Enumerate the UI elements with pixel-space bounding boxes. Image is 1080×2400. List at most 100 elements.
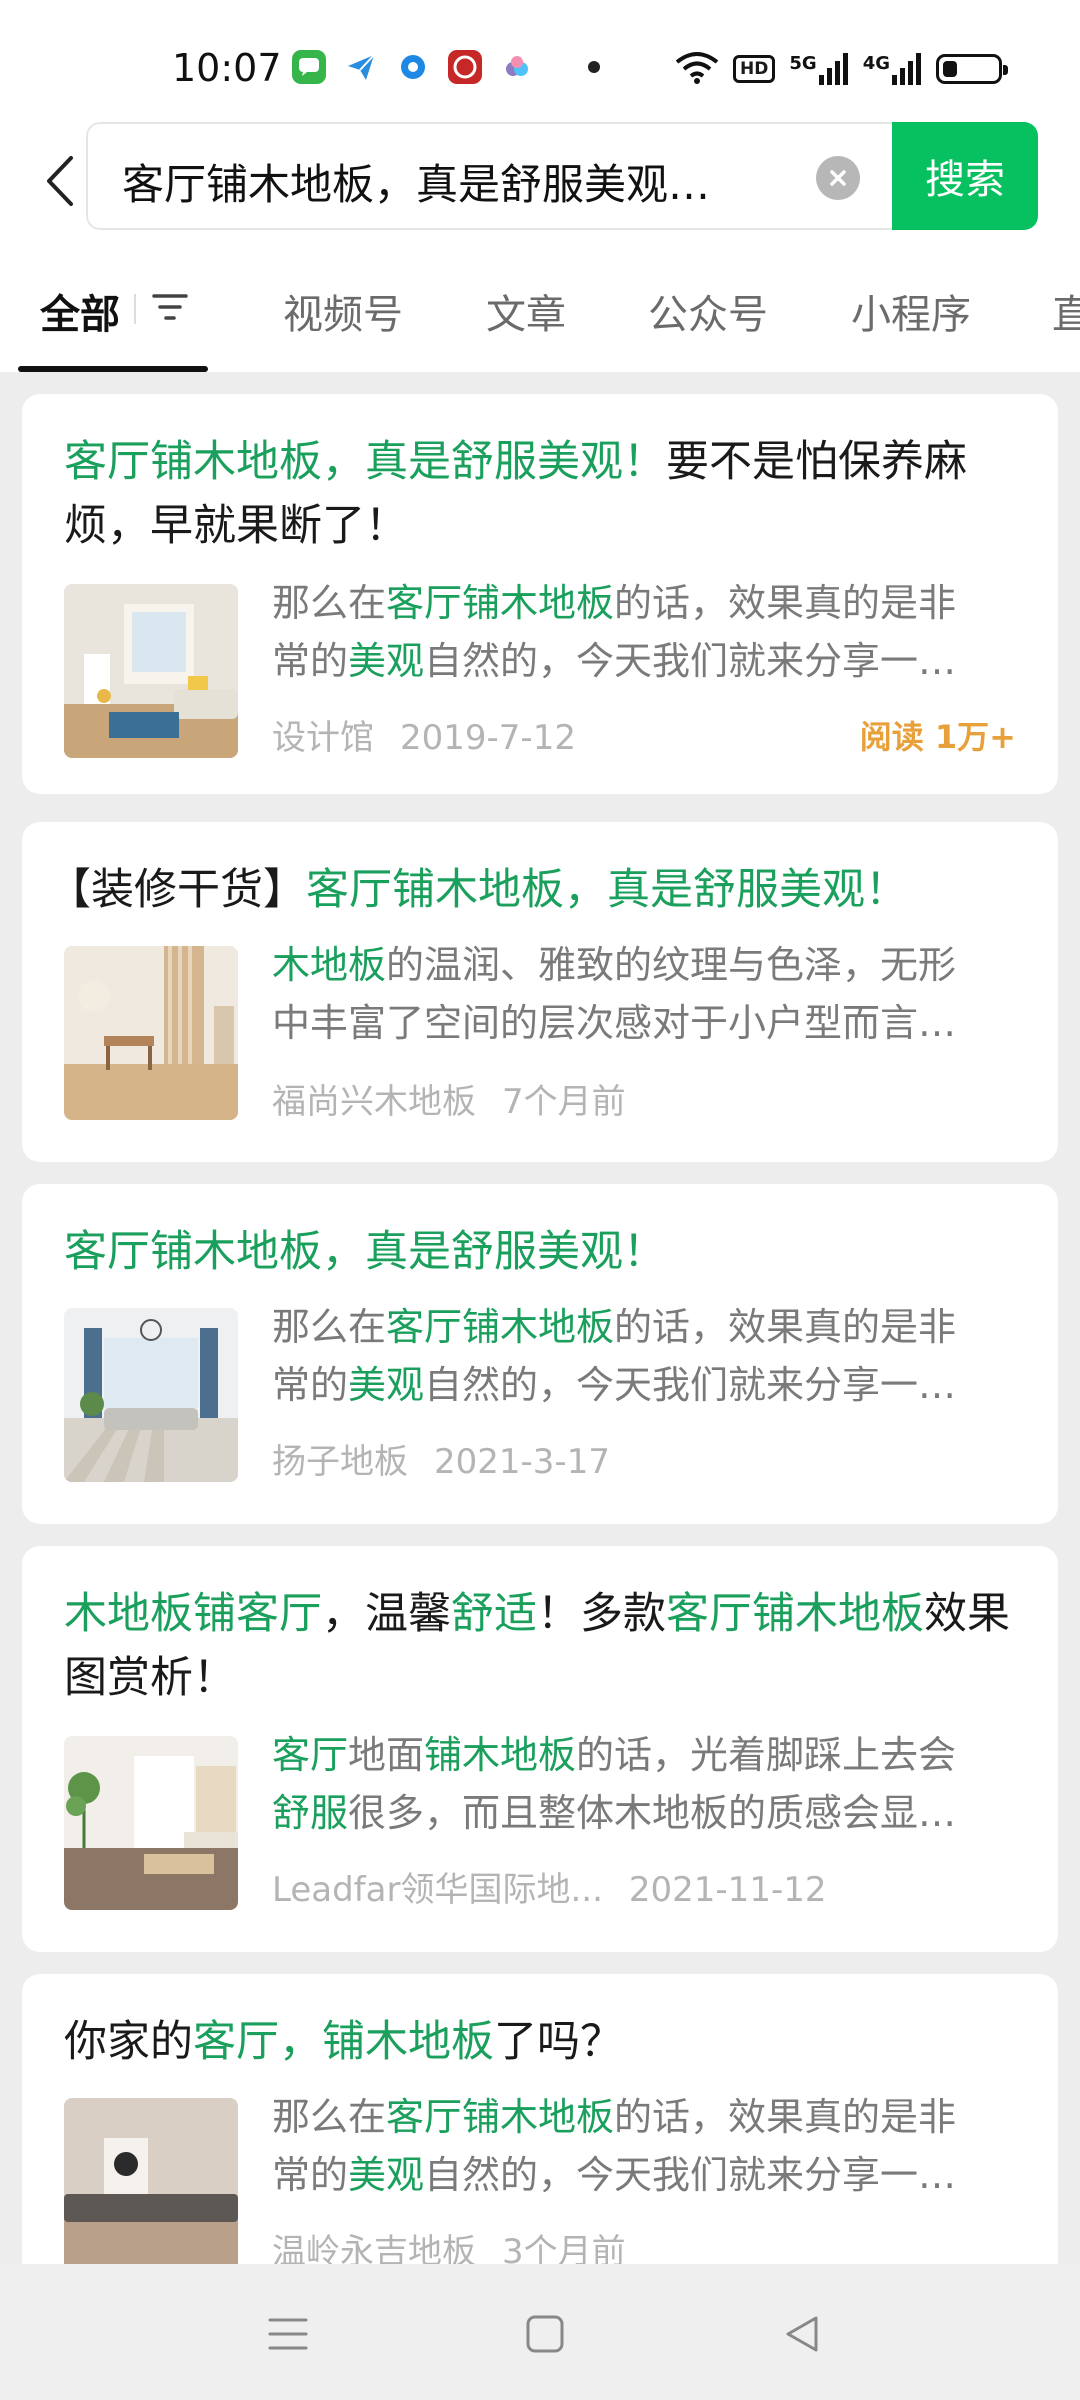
highlight-keyword: 木地板 (272, 943, 387, 987)
filter-icon[interactable] (150, 292, 190, 326)
text-segment: 的话，效果真的是非 (614, 2095, 957, 2139)
text-segment: 了吗？ (494, 2017, 623, 2067)
result-card[interactable]: 你家的客厅，铺木地板了吗？ 那么在客厅铺木地板的话，效果真的是非 常的美观自然的… (22, 1974, 1058, 2264)
result-card[interactable]: 木地板铺客厅，温馨舒适！多款客厅铺木地板效果图赏析！ 客厅地面铺木地板的话，光着… (22, 1546, 1058, 1952)
tab-all[interactable]: 全部 (40, 282, 120, 340)
result-title[interactable]: 客厅铺木地板，真是舒服美观！ (64, 1220, 1014, 1284)
tab-channels[interactable]: 视频号 (283, 282, 403, 340)
status-app-icons (292, 50, 600, 84)
snippet-line: 那么在客厅铺木地板的话，效果真的是非 (272, 1298, 1024, 1356)
tab-mini-programs[interactable]: 小程序 (851, 282, 971, 340)
result-title[interactable]: 客厅铺木地板，真是舒服美观！要不是怕保养麻烦，早就果断了！ (64, 430, 1014, 558)
result-date: 7个月前 (502, 1082, 626, 1122)
highlight-keyword: 舒服 (272, 1791, 349, 1835)
result-thumbnail (64, 584, 238, 758)
text-segment: 常的 (272, 2153, 349, 2197)
paper-plane-icon (344, 50, 378, 84)
text-segment: 常的 (272, 639, 349, 683)
text-segment: 的温润、雅致的纹理与色泽，无形 (386, 943, 957, 987)
text-segment: 地面 (348, 1733, 425, 1777)
highlight-keyword: 客厅，铺木地板 (193, 2017, 494, 2067)
text-segment: 那么在 (272, 2095, 387, 2139)
signal-4g-icon: 4G (863, 53, 922, 85)
result-meta: Leadfar领华国际地... 2021-11-12 (272, 1862, 826, 1911)
tab-divider (134, 294, 136, 324)
highlight-keyword: 客厅铺木地板，真是舒服美观！ (64, 437, 666, 487)
result-date: 2021-11-12 (628, 1870, 827, 1910)
result-title[interactable]: 【装修干货】客厅铺木地板，真是舒服美观！ (48, 858, 998, 922)
clear-search-button[interactable] (816, 156, 860, 200)
highlight-keyword: 木地板铺客厅 (64, 1589, 322, 1639)
close-icon (830, 170, 846, 186)
result-thumbnail (64, 1308, 238, 1482)
result-title[interactable]: 你家的客厅，铺木地板了吗？ (64, 2010, 1014, 2074)
status-bar: 10:07 HD 5G 4G (0, 0, 1080, 122)
result-snippet: 木地板的温润、雅致的纹理与色泽，无形 中丰富了空间的层次感对于小户型而言… (272, 936, 1024, 1052)
highlight-keyword: 美观 (348, 639, 425, 683)
wechat-search-page: 10:07 HD 5G 4G 客厅铺木地板，真是舒服美观… 搜索 全部 视频号 … (0, 0, 1080, 2400)
search-query-text[interactable]: 客厅铺木地板，真是舒服美观… (122, 151, 762, 212)
highlight-keyword: 美观 (348, 1363, 425, 1407)
signal-4g-label: 4G (862, 53, 890, 74)
text-segment: 中丰富了空间的层次感对于小户型而言… (272, 1001, 957, 1045)
text-segment: 很多，而且整体木地板的质感会显… (348, 1791, 957, 1835)
battery-icon (936, 54, 1008, 84)
result-date: 2019-7-12 (400, 718, 576, 758)
result-date: 2021-3-17 (434, 1442, 610, 1482)
snippet-line: 木地板的温润、雅致的纹理与色泽，无形 (272, 936, 1024, 994)
menu-button[interactable] (258, 2304, 318, 2364)
result-snippet: 那么在客厅铺木地板的话，效果真的是非 常的美观自然的，今天我们就来分享一… (272, 2088, 1024, 2204)
text-segment: 【装修干货】 (48, 865, 306, 915)
snippet-line: 那么在客厅铺木地板的话，效果真的是非 (272, 2088, 1024, 2146)
highlight-keyword: 客厅铺木地板 (386, 1305, 615, 1349)
menu-icon (268, 2318, 308, 2350)
chat-app-icon (292, 50, 326, 84)
result-card[interactable]: 客厅铺木地板，真是舒服美观！ 那么在客厅铺木地板的话，效果真的是非 常的美观自然… (22, 1184, 1058, 1524)
status-indicators: HD 5G 4G (675, 50, 1008, 88)
text-segment: 的话，效果真的是非 (614, 1305, 957, 1349)
result-source[interactable]: 温岭永吉地板 (272, 2232, 476, 2264)
result-source[interactable]: 扬子地板 (272, 1442, 408, 1482)
home-button[interactable] (515, 2304, 575, 2364)
text-segment: 自然的，今天我们就来分享一… (424, 1363, 957, 1407)
search-bar: 客厅铺木地板，真是舒服美观… 搜索 (0, 122, 1080, 242)
snippet-line: 那么在客厅铺木地板的话，效果真的是非 (272, 574, 1024, 632)
text-segment: 自然的，今天我们就来分享一… (424, 639, 957, 683)
tab-articles[interactable]: 文章 (486, 282, 566, 340)
text-segment: 自然的，今天我们就来分享一… (424, 2153, 957, 2197)
back-nav-button[interactable] (772, 2304, 832, 2364)
search-button[interactable]: 搜索 (892, 122, 1038, 230)
result-date: 3个月前 (502, 2232, 626, 2264)
result-title[interactable]: 木地板铺客厅，温馨舒适！多款客厅铺木地板效果图赏析！ (64, 1582, 1014, 1710)
search-input[interactable]: 客厅铺木地板，真是舒服美观… (86, 122, 892, 230)
cloud-app-icon (500, 50, 534, 84)
result-source[interactable]: 福尚兴木地板 (272, 1082, 476, 1122)
result-card[interactable]: 【装修干货】客厅铺木地板，真是舒服美观！ 木地板的温润、雅致的纹理与色泽，无形 … (22, 822, 1058, 1162)
highlight-keyword: 客厅铺木地板，真是舒服美观！ (64, 1227, 666, 1277)
highlight-keyword: 铺木地板 (424, 1733, 577, 1777)
signal-5g-label: 5G (789, 53, 817, 74)
highlight-keyword: 舒适 (451, 1589, 537, 1639)
back-button[interactable] (30, 148, 90, 214)
result-thumbnail (64, 946, 238, 1120)
result-thumbnail (64, 2098, 238, 2264)
highlight-keyword: 客厅铺木地板，真是舒服美观！ (306, 865, 908, 915)
highlight-keyword: 客厅铺木地板 (666, 1589, 924, 1639)
result-meta: 福尚兴木地板 7个月前 (272, 1074, 626, 1123)
wifi-icon (675, 50, 719, 88)
text-segment: 常的 (272, 1363, 349, 1407)
back-arrow-icon (47, 156, 73, 206)
result-meta: 设计馆 2019-7-12 (272, 710, 576, 759)
result-source[interactable]: 设计馆 (272, 718, 374, 758)
result-snippet: 客厅地面铺木地板的话，光着脚踩上去会 舒服很多，而且整体木地板的质感会显… (272, 1726, 1024, 1842)
result-meta: 温岭永吉地板 3个月前 (272, 2224, 626, 2264)
result-card[interactable]: 客厅铺木地板，真是舒服美观！要不是怕保养麻烦，早就果断了！ 那么在客厅铺木地板的… (22, 394, 1058, 794)
text-segment: ！多款 (537, 1589, 666, 1639)
tab-official-accounts[interactable]: 公众号 (648, 282, 768, 340)
snippet-line: 客厅地面铺木地板的话，光着脚踩上去会 (272, 1726, 1024, 1784)
snippet-line: 常的美观自然的，今天我们就来分享一… (272, 632, 1024, 690)
red-app-icon (448, 50, 482, 84)
highlight-keyword: 客厅铺木地板 (386, 581, 615, 625)
tab-live[interactable]: 直 (1052, 282, 1080, 340)
result-source[interactable]: Leadfar领华国际地... (272, 1870, 603, 1910)
